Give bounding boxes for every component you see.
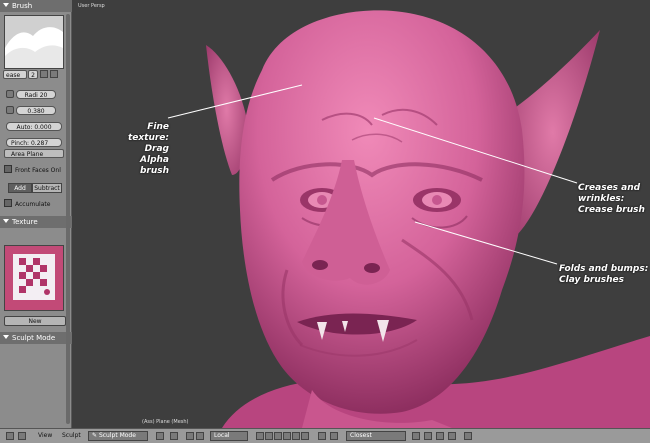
menu-collapse-icon[interactable] [18,432,26,440]
snap-target-select[interactable]: Closest [346,431,406,441]
checkbox-icon [4,199,12,207]
view-menu[interactable]: View [38,431,52,441]
plane-select[interactable]: Area Plane [4,149,64,158]
collapse-triangle-icon [3,219,9,223]
sculpted-head-model [167,10,650,428]
panel-scrollbar[interactable] [66,14,70,424]
snap-element-icon[interactable] [424,432,432,440]
fake-user-toggle[interactable] [40,70,48,78]
tool-panel: Brush ease 2 Radi 20 0.380 Auto: 0.000 P… [0,0,72,428]
layer-2[interactable] [265,432,273,440]
texture-preview[interactable] [4,245,64,311]
manipulator-icon[interactable] [186,432,194,440]
texture-panel-header[interactable]: Texture [0,216,72,228]
texture-preview-image [13,254,55,300]
brush-users-count[interactable]: 2 [28,70,38,79]
new-brush-button[interactable] [50,70,58,78]
layer-5[interactable] [292,432,300,440]
add-button[interactable]: Add [8,183,32,193]
orientation-select[interactable]: Local [210,431,248,441]
translate-icon[interactable] [196,432,204,440]
annotation-creases: Creases and wrinkles: Crease brush [578,183,645,215]
radius-field[interactable]: Radi 20 [16,90,56,99]
layer-4[interactable] [283,432,291,440]
autosmooth-field[interactable]: Auto: 0.000 [6,122,62,131]
shading-icon[interactable] [156,432,164,440]
collapse-triangle-icon [3,3,9,7]
3d-view-header: View Sculpt ✎ Sculpt Mode Local Closest [0,428,650,443]
brush-panel-header[interactable]: Brush [0,0,72,12]
sculpt-menu[interactable]: Sculpt [62,431,81,441]
grid-icon[interactable] [464,432,472,440]
mode-select[interactable]: ✎ Sculpt Mode [88,431,148,441]
brush-preview[interactable] [4,15,64,69]
strength-pressure-toggle[interactable] [6,106,14,114]
annotation-fine-texture: Fine texture: Drag Alpha brush [127,122,169,176]
collapse-triangle-icon [3,335,9,339]
layer-6[interactable] [301,432,309,440]
render-icon[interactable] [436,432,444,440]
front-faces-checkbox[interactable]: Front Faces Onl [4,165,61,175]
viewport-view-label: User Persp [78,3,105,9]
lock-icon[interactable] [318,432,326,440]
proportional-edit-icon[interactable] [412,432,420,440]
pivot-icon[interactable] [170,432,178,440]
layer-3[interactable] [274,432,282,440]
brush-preview-image [5,16,63,68]
subtract-button[interactable]: Subtract [32,183,62,193]
viewport-object-info: (Ass) Plane (Mesh) [142,419,189,425]
radius-pressure-toggle[interactable] [6,90,14,98]
brush-name-field[interactable]: ease [3,70,27,79]
camera-icon[interactable] [448,432,456,440]
new-texture-button[interactable]: New [4,316,66,326]
brush-icon: ✎ [92,432,99,439]
strength-field[interactable]: 0.380 [16,106,56,115]
blender-window: Brush ease 2 Radi 20 0.380 Auto: 0.000 P… [0,0,650,443]
checkbox-icon [4,165,12,173]
layer-1[interactable] [256,432,264,440]
sculpt-mode-header[interactable]: Sculpt Mode [0,332,72,344]
annotation-folds: Folds and bumps: Clay brushes [559,264,649,285]
snap-magnet-icon[interactable] [330,432,338,440]
accumulate-checkbox[interactable]: Accumulate [4,199,50,209]
3d-viewport[interactable]: User Persp (Ass) Plane (Mesh) Fine textu… [72,0,650,428]
editor-type-icon[interactable] [6,432,14,440]
pinch-field[interactable]: Pinch: 0.287 [6,138,62,147]
